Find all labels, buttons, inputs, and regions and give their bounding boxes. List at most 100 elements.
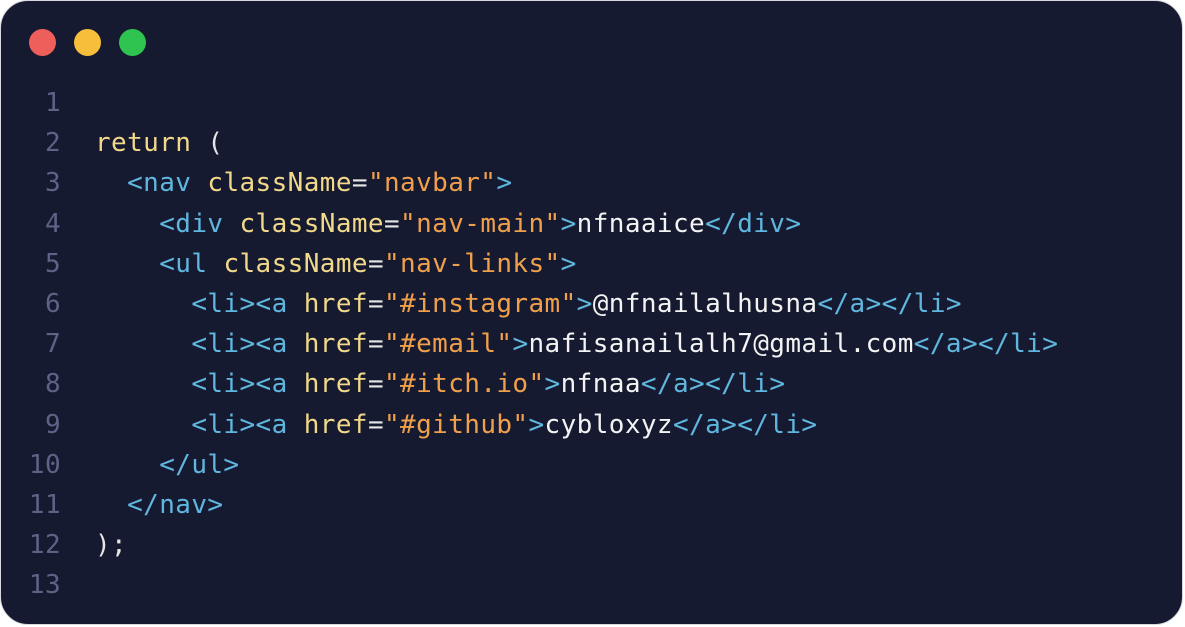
code-line: 12);: [1, 525, 1058, 565]
code-token: "#instagram": [384, 288, 577, 319]
code-line: 1: [1, 83, 1058, 123]
code-token: </a></li>: [817, 288, 962, 319]
code-token: @nfnailalhusna: [592, 288, 818, 319]
maximize-button[interactable]: [119, 29, 146, 56]
line-number: 11: [28, 489, 61, 520]
code-token: >: [528, 409, 545, 440]
line-content: <li><a href="#github">cybloxyz</a></li>: [95, 405, 817, 445]
code-token: );: [95, 530, 128, 561]
line-number: 3: [44, 168, 61, 199]
code-token: <ul: [159, 248, 208, 279]
code-token: "navbar": [367, 168, 497, 199]
code-token: </nav>: [127, 489, 224, 520]
code-token: href: [303, 369, 368, 400]
code-window: 1 2 return (3 <nav className="navbar"> 4 <d…: [0, 0, 1183, 625]
line-content: <li><a href="#itch.io">nfnaa</a></li>: [95, 364, 785, 404]
line-number: 5: [44, 248, 61, 279]
code-token: </ul>: [159, 449, 240, 480]
code-token: href: [303, 409, 368, 440]
code-token: =: [367, 288, 384, 319]
code-editor[interactable]: 1 2 return (3 <nav className="navbar"> 4 <d…: [1, 83, 1058, 605]
code-token: className: [239, 208, 384, 239]
code-token: <nav: [127, 168, 192, 199]
code-token: <div: [159, 208, 224, 239]
code-token: =: [367, 329, 384, 360]
code-token: "nav-main": [400, 208, 561, 239]
code-token: =: [367, 248, 384, 279]
code-token: href: [303, 288, 368, 319]
code-token: nfnaa: [560, 369, 641, 400]
line-content: </ul>: [95, 445, 240, 485]
line-number: 12: [28, 530, 61, 561]
code-token: >: [496, 168, 513, 199]
code-token: >: [560, 248, 577, 279]
line-content: </nav>: [95, 485, 223, 525]
code-line: 6 <li><a href="#instagram">@nfnailalhusn…: [1, 284, 1058, 324]
code-token: >: [576, 288, 593, 319]
code-token: nfnaaice: [576, 208, 706, 239]
code-token: nafisanailalh7@gmail.com: [528, 329, 914, 360]
line-number: 10: [28, 449, 61, 480]
code-token: =: [383, 208, 401, 239]
code-token: cybloxyz: [544, 409, 673, 440]
line-content: <li><a href="#email">nafisanailalh7@gmai…: [95, 324, 1058, 364]
code-token: >: [512, 329, 529, 360]
code-line: 7 <li><a href="#email">nafisanailalh7@gm…: [1, 324, 1058, 364]
code-token: className: [223, 248, 368, 279]
code-line: 8 <li><a href="#itch.io">nfnaa</a></li>: [1, 364, 1058, 404]
code-line: 5 <ul className="nav-links">: [1, 244, 1058, 284]
minimize-button[interactable]: [74, 29, 101, 56]
line-content: );: [95, 525, 127, 565]
code-token: "nav-links": [384, 248, 561, 279]
line-content: <div className="nav-main">nfnaaice</div>: [95, 204, 801, 244]
code-token: className: [207, 168, 352, 199]
code-token: </a></li>: [913, 329, 1059, 360]
code-line: 2 return (: [1, 123, 1058, 163]
line-number: 7: [44, 329, 61, 360]
code-line: 13: [1, 565, 1058, 605]
code-token: return: [95, 128, 192, 159]
window-controls: [29, 29, 146, 57]
line-content: <ul className="nav-links">: [95, 244, 577, 284]
code-token: </a></li>: [640, 369, 786, 400]
code-token: </div>: [705, 208, 802, 239]
code-token: <li><a: [191, 369, 288, 400]
code-token: "#itch.io": [384, 369, 545, 400]
line-content: <li><a href="#instagram">@nfnailalhusna<…: [95, 284, 962, 324]
code-token: >: [544, 369, 561, 400]
code-token: (: [191, 128, 224, 159]
code-token: <li><a: [191, 288, 288, 319]
line-content: <nav className="navbar">: [95, 163, 512, 203]
code-line: 3 <nav className="navbar">: [1, 163, 1058, 203]
code-token: "#github": [384, 409, 529, 440]
code-token: href: [303, 329, 368, 360]
code-token: "#email": [384, 329, 513, 360]
close-button[interactable]: [29, 29, 56, 56]
line-content: return (: [95, 123, 223, 163]
code-token: =: [367, 409, 384, 440]
code-line: 4 <div className="nav-main">nfnaaice</di…: [1, 204, 1058, 244]
code-line: 10 </ul>: [1, 445, 1058, 485]
line-number: 9: [44, 409, 61, 440]
line-number: 6: [44, 288, 61, 319]
code-token: >: [560, 208, 577, 239]
code-token: <li><a: [191, 329, 288, 360]
line-number: 8: [44, 369, 61, 400]
code-line: 11 </nav>: [1, 485, 1058, 525]
line-number: 4: [44, 208, 61, 239]
